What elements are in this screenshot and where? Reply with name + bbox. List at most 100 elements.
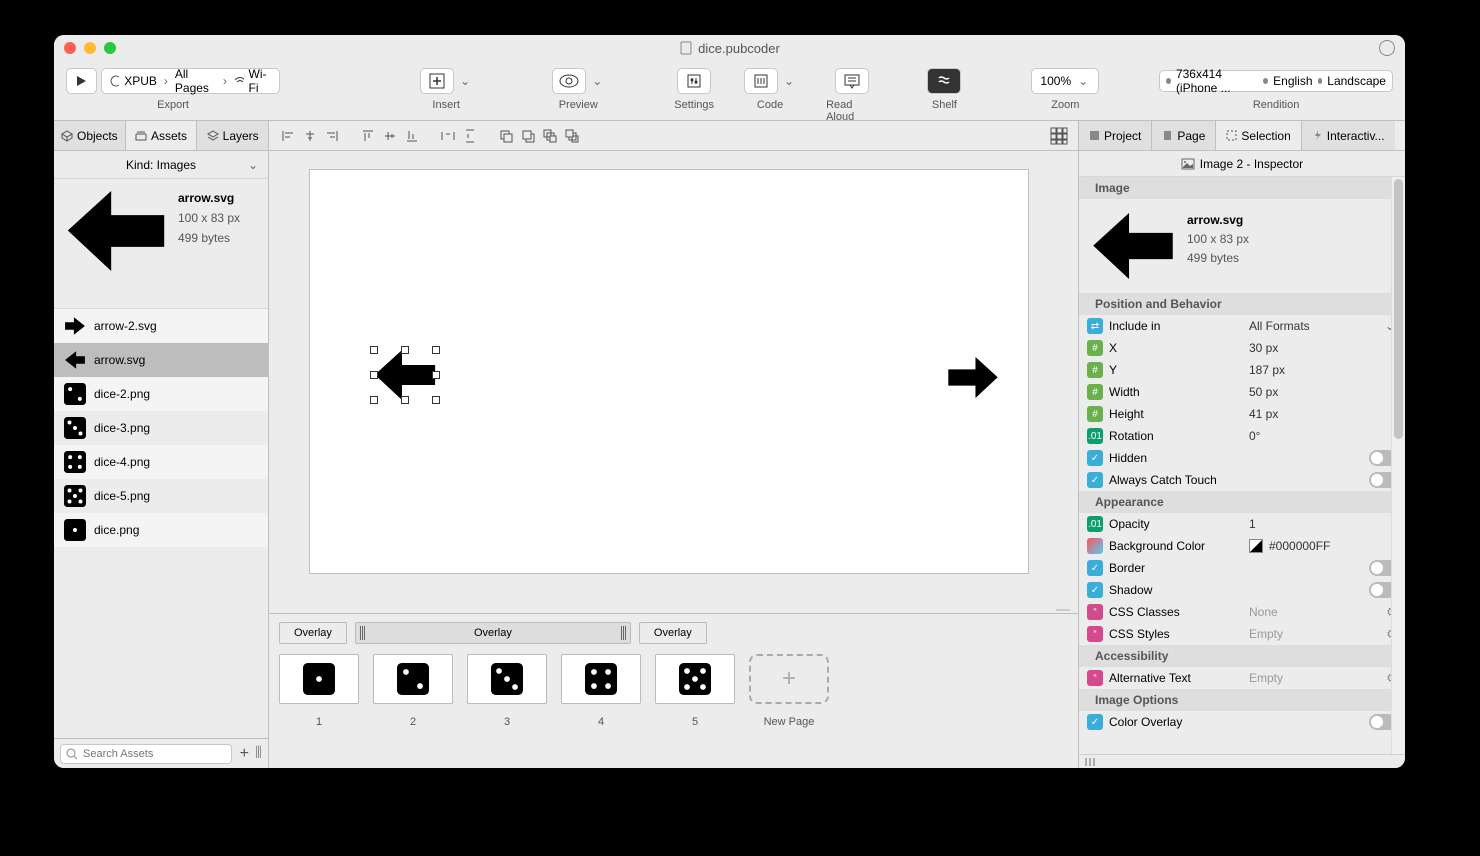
align-right[interactable] (323, 127, 341, 145)
overlay-chip-1[interactable]: Overlay (279, 622, 347, 644)
inspector-image-preview: arrow.svg 100 x 83 px 499 bytes (1079, 199, 1405, 293)
page-thumb[interactable] (279, 654, 359, 704)
export-label: Export (157, 99, 189, 111)
arrow-right-icon (64, 315, 86, 337)
asset-item[interactable]: dice-5.png (54, 479, 268, 513)
tab-layers[interactable]: Layers (197, 121, 268, 150)
page-icon (1162, 130, 1173, 141)
settings-button[interactable] (677, 68, 711, 94)
insert-dropdown[interactable]: ⌄ (460, 74, 470, 88)
prop-height[interactable]: #Height41 px (1079, 403, 1405, 425)
grid-toggle[interactable] (1050, 127, 1068, 145)
bolt-icon (1312, 130, 1323, 141)
preview-name: arrow.svg (178, 191, 240, 205)
align-top[interactable] (359, 127, 377, 145)
prop-include-in[interactable]: ⇄Include inAll Formats⌄ (1079, 315, 1405, 337)
add-asset-button[interactable]: + (240, 745, 249, 763)
lang-label: English (1273, 74, 1312, 88)
insert-button[interactable] (420, 68, 454, 94)
kind-selector[interactable]: Kind: Images (54, 151, 268, 179)
page-number: 3 (504, 716, 510, 728)
dice-icon (64, 451, 86, 473)
bring-front[interactable] (541, 127, 559, 145)
resize-grip[interactable] (1056, 609, 1070, 611)
page-thumb[interactable] (373, 654, 453, 704)
canvas-area[interactable] (269, 151, 1078, 613)
asset-item[interactable]: dice-2.png (54, 377, 268, 411)
asset-item[interactable]: dice-3.png (54, 411, 268, 445)
selected-object[interactable] (374, 350, 436, 400)
shelf-button[interactable] (927, 68, 961, 94)
arrow-left-icon (66, 191, 166, 271)
prop-bg-color[interactable]: Background Color#000000FF (1079, 535, 1405, 557)
page-thumb[interactable] (561, 654, 641, 704)
align-bottom[interactable] (403, 127, 421, 145)
orient-label: Landscape (1327, 74, 1386, 88)
prop-rotation[interactable]: .01Rotation0° (1079, 425, 1405, 447)
page-number: 5 (692, 716, 698, 728)
prop-shadow[interactable]: ✓Shadow (1079, 579, 1405, 601)
code-dropdown[interactable]: ⌄ (784, 74, 794, 88)
tab-page[interactable]: Page (1152, 121, 1216, 150)
pages-panel: Overlay Overlay Overlay 12345+New Page (269, 613, 1078, 768)
play-button[interactable] (66, 68, 97, 94)
prop-color-overlay[interactable]: ✓Color Overlay (1079, 711, 1405, 733)
prop-alt-text[interactable]: “Alternative TextEmpty⚙ (1079, 667, 1405, 689)
dice-icon (64, 383, 86, 405)
send-backward[interactable] (519, 127, 537, 145)
arrow-left-icon (374, 350, 436, 400)
code-button[interactable] (744, 68, 778, 94)
search-input[interactable] (60, 744, 232, 764)
prop-border[interactable]: ✓Border (1079, 557, 1405, 579)
preview-button[interactable] (552, 68, 586, 94)
page-thumb[interactable] (467, 654, 547, 704)
page-number: 4 (598, 716, 604, 728)
distribute-h[interactable] (439, 127, 457, 145)
all-pages-label: All Pages (175, 67, 216, 95)
resize-handle-icon[interactable]: ⦀ (255, 745, 262, 763)
tab-selection[interactable]: Selection (1216, 121, 1301, 150)
align-middle[interactable] (381, 127, 399, 145)
page-canvas[interactable] (309, 169, 1029, 574)
zoom-select[interactable]: 100%⌄ (1031, 68, 1099, 94)
overlay-chip-3[interactable]: Overlay (639, 622, 707, 644)
panel-resize-handle[interactable] (1079, 754, 1405, 768)
asset-item[interactable]: arrow-2.svg (54, 309, 268, 343)
prop-css-classes[interactable]: “CSS ClassesNone⚙ (1079, 601, 1405, 623)
tab-project[interactable]: Project (1079, 121, 1152, 150)
prop-y[interactable]: #Y187 px (1079, 359, 1405, 381)
arrow-left-icon (64, 349, 86, 371)
scrollbar[interactable] (1391, 177, 1405, 754)
asset-item[interactable]: arrow.svg (54, 343, 268, 377)
tab-objects[interactable]: Objects (54, 121, 126, 150)
preview-dropdown[interactable]: ⌄ (592, 74, 602, 88)
preview-label: Preview (559, 99, 598, 111)
prop-width[interactable]: #Width50 px (1079, 381, 1405, 403)
arrow-right-icon[interactable] (948, 357, 998, 398)
asset-item[interactable]: dice.png (54, 513, 268, 547)
bring-forward[interactable] (497, 127, 515, 145)
feedback-icon[interactable] (1379, 40, 1395, 56)
prop-hidden[interactable]: ✓Hidden (1079, 447, 1405, 469)
xpub-label: XPUB (124, 74, 157, 88)
asset-item[interactable]: dice-4.png (54, 445, 268, 479)
prop-catch-touch[interactable]: ✓Always Catch Touch (1079, 469, 1405, 491)
align-left[interactable] (279, 127, 297, 145)
new-page-button[interactable]: + (749, 654, 829, 704)
distribute-v[interactable] (461, 127, 479, 145)
read-aloud-button[interactable] (835, 68, 869, 94)
asset-name: arrow-2.svg (94, 319, 157, 333)
overlay-chip-2[interactable]: Overlay (355, 622, 631, 644)
align-center-h[interactable] (301, 127, 319, 145)
export-pill[interactable]: XPUB › All Pages › Wi-Fi (101, 68, 281, 94)
page-thumb[interactable] (655, 654, 735, 704)
tab-assets[interactable]: Assets (126, 121, 198, 150)
rendition-pill[interactable]: 736x414 (iPhone ... English Landscape (1159, 70, 1393, 92)
send-back[interactable] (563, 127, 581, 145)
project-icon (1089, 130, 1100, 141)
prop-x[interactable]: #X30 px (1079, 337, 1405, 359)
prop-opacity[interactable]: .01Opacity1 (1079, 513, 1405, 535)
tab-interactivity[interactable]: Interactiv... (1302, 121, 1395, 150)
prop-css-styles[interactable]: “CSS StylesEmpty⚙ (1079, 623, 1405, 645)
main-toolbar: XPUB › All Pages › Wi-Fi Export ⌄ Insert… (54, 61, 1405, 121)
